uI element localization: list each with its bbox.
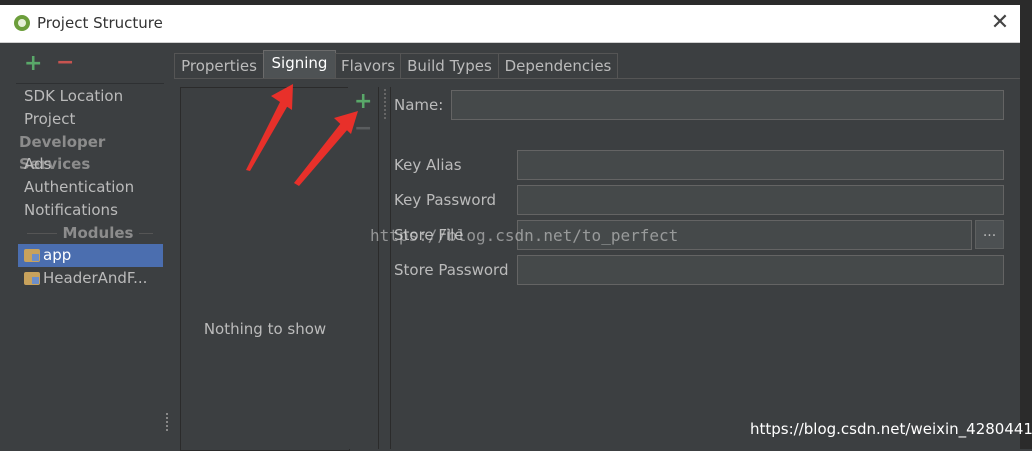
- module-folder-icon: [24, 272, 40, 285]
- key-alias-label: Key Alias: [394, 156, 462, 174]
- tab-dependencies[interactable]: Dependencies: [498, 53, 618, 78]
- sidebar-item-sdk-location[interactable]: SDK Location: [24, 85, 123, 107]
- watermark-bottom-right: https://blog.csdn.net/weixin_42804410: [750, 420, 1032, 438]
- modules-header-label: Modules: [62, 224, 134, 242]
- background-app-edge: [1020, 5, 1032, 449]
- sidebar: SDK Location Project Developer Services …: [16, 83, 164, 450]
- store-password-label: Store Password: [394, 261, 509, 279]
- module-item-header-and-footer[interactable]: HeaderAndF...: [18, 267, 163, 290]
- sidebar-item-authentication[interactable]: Authentication: [24, 176, 134, 198]
- module-item-app[interactable]: app: [18, 244, 163, 267]
- form-splitter-handle[interactable]: [381, 87, 389, 449]
- tab-flavors[interactable]: Flavors: [335, 53, 401, 78]
- title-bar: Project Structure ✕: [0, 5, 1020, 43]
- name-label: Name:: [394, 96, 444, 114]
- watermark-center: https://blog.csdn.net/to_perfect: [370, 226, 679, 245]
- tab-signing[interactable]: Signing: [263, 50, 336, 79]
- tab-properties[interactable]: Properties: [174, 53, 264, 78]
- android-studio-icon: [14, 15, 30, 31]
- sidebar-item-notifications[interactable]: Notifications: [24, 199, 118, 221]
- signing-config-form: Name: Key Alias Key Password Store File …: [390, 87, 1021, 449]
- developer-services-header: Developer Services: [19, 133, 106, 173]
- module-label: app: [43, 246, 72, 264]
- add-signing-config-icon[interactable]: +: [354, 89, 372, 114]
- sidebar-item-project[interactable]: Project: [24, 108, 75, 130]
- window-title: Project Structure: [37, 14, 163, 32]
- sidebar-item-ads[interactable]: Ads: [24, 153, 51, 175]
- module-label: HeaderAndF...: [43, 269, 148, 287]
- key-alias-field[interactable]: [517, 150, 1004, 180]
- tab-divider: [174, 78, 1020, 79]
- add-icon[interactable]: +: [24, 51, 42, 76]
- sidebar-splitter-handle[interactable]: [164, 411, 170, 433]
- remove-signing-config-icon[interactable]: −: [354, 116, 372, 141]
- empty-list-text: Nothing to show: [203, 320, 327, 338]
- key-password-field[interactable]: [517, 185, 1004, 215]
- name-field[interactable]: [451, 90, 1004, 120]
- signing-config-list[interactable]: Nothing to show: [180, 87, 350, 451]
- project-structure-dialog: + − SDK Location Project Developer Servi…: [0, 43, 1021, 451]
- remove-icon[interactable]: −: [56, 50, 74, 75]
- module-folder-icon: [24, 249, 40, 262]
- browse-store-file-button[interactable]: ...: [975, 220, 1004, 249]
- close-icon[interactable]: ✕: [986, 9, 1014, 37]
- tab-build-types[interactable]: Build Types: [400, 53, 499, 78]
- modules-header: Modules: [16, 222, 164, 244]
- list-toolbar: + −: [348, 87, 379, 449]
- key-password-label: Key Password: [394, 191, 497, 209]
- store-password-field[interactable]: [517, 255, 1004, 285]
